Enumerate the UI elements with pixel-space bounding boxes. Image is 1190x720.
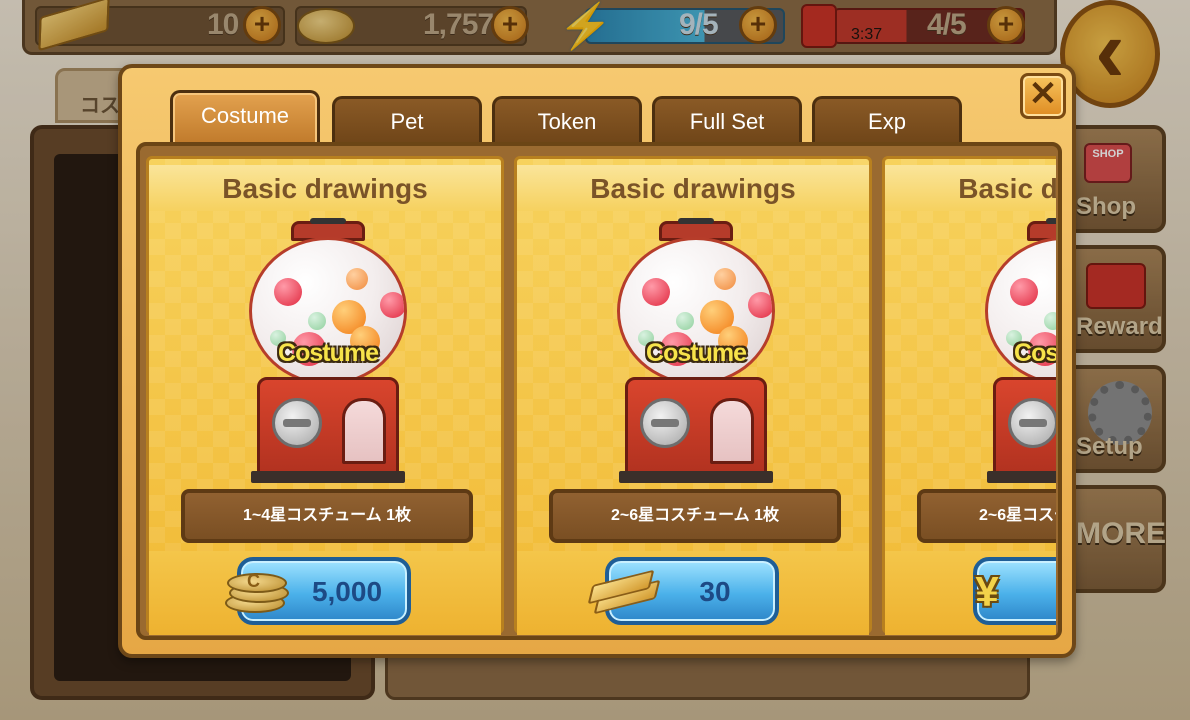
buy-zone: 30 — [517, 551, 869, 635]
buy-with-coins-button[interactable]: C 5,000 — [225, 557, 411, 625]
card-title: Basic drawings — [149, 165, 501, 211]
buy-with-gold-button[interactable]: 30 — [587, 557, 779, 625]
gacha-modal: ✕ Costume Pet Token Full Set Exp Basic d… — [118, 64, 1076, 658]
gold-bar-icon — [587, 569, 661, 615]
card-description: 2~6星コスチューム 1枚 — [549, 489, 841, 543]
tab-costume[interactable]: Costume — [170, 90, 320, 144]
buy-zone: C 5,000 — [149, 551, 501, 635]
buy-zone: ¥ 3 — [885, 551, 1056, 635]
close-button[interactable]: ✕ — [1020, 73, 1066, 119]
coin-icon: C — [225, 569, 289, 617]
tab-pet[interactable]: Pet — [332, 96, 482, 144]
card-description: 1~4星コスチューム 1枚 — [181, 489, 473, 543]
gacha-machine-image: Costume — [613, 215, 779, 485]
yen-icon: ¥ — [975, 568, 999, 615]
gacha-card: Basic drawings Costume 1~4星コスチューム 1枚 C 5… — [146, 156, 504, 635]
buy-with-cash-button[interactable]: ¥ 3 — [973, 557, 1056, 625]
tab-token[interactable]: Token — [492, 96, 642, 144]
machine-label: Costume — [1014, 339, 1056, 367]
tab-label: Full Set — [689, 109, 765, 134]
tab-label: Exp — [868, 109, 906, 134]
price-value: 3 — [1031, 561, 1056, 623]
gacha-machine-image: Costume — [981, 215, 1056, 485]
price-value: 5,000 — [311, 576, 383, 607]
tab-label: Pet — [390, 109, 424, 134]
gacha-card: Basic drawings Costume 2~6星コスチューム 1枚 ¥ — [882, 156, 1056, 635]
gacha-card-list[interactable]: Basic drawings Costume 1~4星コスチューム 1枚 C 5… — [146, 156, 1056, 636]
gacha-content: Basic drawings Costume 1~4星コスチューム 1枚 C 5… — [136, 142, 1062, 640]
card-title: Basic drawings — [885, 165, 1056, 211]
close-icon: ✕ — [1028, 75, 1058, 113]
card-title: Basic drawings — [517, 165, 869, 211]
card-description: 2~6星コスチューム 1枚 — [917, 489, 1056, 543]
tab-label: Costume — [200, 103, 290, 128]
gacha-card: Basic drawings Costume 2~6星コスチューム 1枚 30 — [514, 156, 872, 635]
tab-exp[interactable]: Exp — [812, 96, 962, 144]
gacha-machine-image: Costume — [245, 215, 411, 485]
tab-full-set[interactable]: Full Set — [652, 96, 802, 144]
machine-label: Costume — [646, 339, 747, 367]
machine-label: Costume — [278, 339, 379, 367]
tab-label: Token — [537, 109, 597, 134]
price-value: 30 — [699, 576, 731, 607]
